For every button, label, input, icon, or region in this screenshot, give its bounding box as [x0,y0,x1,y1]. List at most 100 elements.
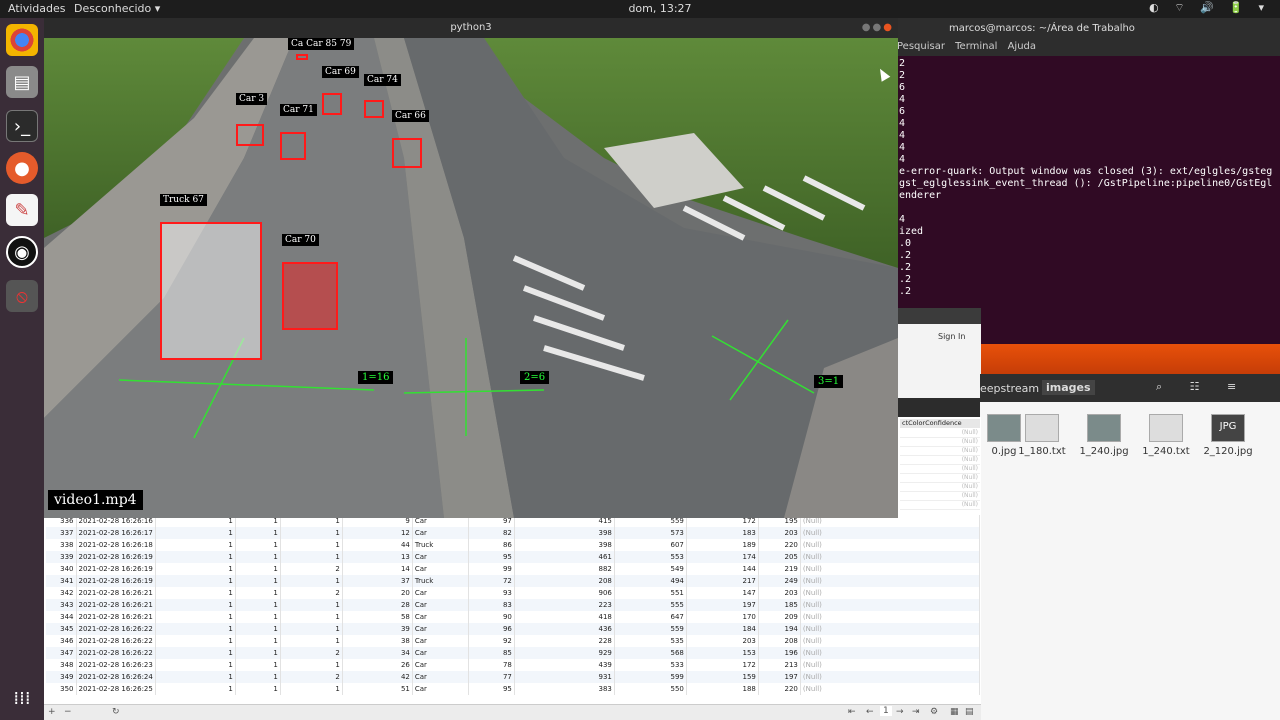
table-cell[interactable]: 607 [614,539,687,551]
table-cell[interactable]: 93 [468,587,515,599]
prev-page-button[interactable]: ← [866,707,874,717]
file-item[interactable]: 1_180.txt [1010,414,1074,457]
table-cell-null[interactable]: (Null) [800,647,981,659]
table-cell[interactable]: 1 [235,611,281,623]
table-cell[interactable]: 1 [235,683,281,695]
table-cell[interactable]: 208 [758,635,801,647]
table-cell[interactable]: 882 [514,563,615,575]
table-cell[interactable]: 1 [235,599,281,611]
table-cell[interactable]: 34 [342,647,413,659]
table-cell[interactable]: 931 [514,671,615,683]
table-cell[interactable]: 99 [468,563,515,575]
table-cell[interactable]: 1 [235,563,281,575]
table-cell[interactable]: Car [412,563,469,575]
table-cell[interactable]: 85 [468,647,515,659]
table-cell-null[interactable]: (Null) [800,671,981,683]
table-cell[interactable]: Car [412,587,469,599]
table-cell[interactable]: 1 [280,539,343,551]
file-manager-actions[interactable]: ⌕ ☷ ≡ [1156,380,1248,394]
table-cell[interactable]: 340 [46,563,77,575]
table-cell[interactable]: Truck [412,539,469,551]
table-row[interactable]: 350 2021-02-28 16:26:25 1 1 1 51 Car 95 383 550 18… [46,683,981,695]
table-cell[interactable]: 2021-02-28 16:26:19 [76,575,156,587]
table-cell[interactable]: 184 [686,623,759,635]
table-cell[interactable]: 82 [468,527,515,539]
table-cell[interactable]: Car [412,611,469,623]
table-cell[interactable]: 96 [468,623,515,635]
table-cell[interactable]: 2021-02-28 16:26:21 [76,587,156,599]
table-cell[interactable]: 185 [758,599,801,611]
table-cell[interactable]: 1 [280,623,343,635]
table-cell[interactable]: 346 [46,635,77,647]
table-cell[interactable]: 1 [280,635,343,647]
obs-icon[interactable]: ◉ [6,236,38,268]
table-row[interactable]: 349 2021-02-28 16:26:24 1 1 2 42 Car 77 931 599 15… [46,671,981,683]
table-cell[interactable]: 12 [342,527,413,539]
table-cell[interactable]: 1 [155,527,236,539]
table-cell[interactable]: Car [412,599,469,611]
table-cell[interactable]: 26 [342,659,413,671]
table-cell[interactable]: 217 [686,575,759,587]
table-cell[interactable]: 174 [686,551,759,563]
table-cell[interactable]: Car [412,527,469,539]
add-record-button[interactable]: + [48,707,56,717]
table-cell[interactable]: 349 [46,671,77,683]
table-cell[interactable]: 549 [614,563,687,575]
null-cell[interactable]: (Null) [900,483,980,492]
table-cell[interactable]: 2021-02-28 16:26:19 [76,563,156,575]
table-cell[interactable]: 188 [686,683,759,695]
table-cell[interactable]: 2 [280,671,343,683]
table-cell[interactable]: 533 [614,659,687,671]
table-cell[interactable]: 144 [686,563,759,575]
file-item[interactable]: 1_240.txt [1134,414,1198,457]
window-controls[interactable]: ●●● [862,22,894,33]
table-cell[interactable]: 1 [235,587,281,599]
files-icon[interactable]: ▤ [6,66,38,98]
table-cell[interactable]: 555 [614,599,687,611]
table-row[interactable]: 342 2021-02-28 16:26:21 1 1 2 20 Car 93 906 551 14… [46,587,981,599]
table-cell[interactable]: 573 [614,527,687,539]
table-cell[interactable]: 208 [514,575,615,587]
table-cell[interactable]: 1 [155,539,236,551]
text-editor-icon[interactable]: ✎ [6,194,38,226]
null-cell[interactable]: (Null) [900,447,980,456]
table-cell[interactable]: 1 [155,635,236,647]
first-page-button[interactable]: ⇤ [848,707,856,717]
next-page-button[interactable]: → [896,707,904,717]
table-cell[interactable]: 338 [46,539,77,551]
table-cell[interactable]: 1 [155,599,236,611]
null-cell[interactable]: (Null) [900,456,980,465]
table-cell[interactable]: 1 [280,611,343,623]
table-cell[interactable]: 220 [758,539,801,551]
null-cell[interactable]: (Null) [900,501,980,510]
table-cell[interactable]: 197 [758,671,801,683]
table-cell[interactable]: 2 [280,587,343,599]
table-cell[interactable]: 1 [235,671,281,683]
table-cell[interactable]: 398 [514,527,615,539]
table-cell[interactable]: 1 [280,683,343,695]
table-cell[interactable]: 197 [686,599,759,611]
table-cell[interactable]: 383 [514,683,615,695]
table-cell[interactable]: 1 [235,539,281,551]
data-table[interactable]: 336 2021-02-28 16:26:16 1 1 1 9 Car 97 415 559 172… [46,515,981,695]
table-cell[interactable]: Car [412,659,469,671]
table-cell[interactable]: 147 [686,587,759,599]
table-cell[interactable]: 1 [155,587,236,599]
clock[interactable]: dom, 13:27 [620,2,700,15]
settings-icon[interactable]: ⚙ [930,707,938,717]
null-cell[interactable]: (Null) [900,429,980,438]
table-cell-null[interactable]: (Null) [800,623,981,635]
table-cell[interactable]: 1 [280,659,343,671]
column-header[interactable]: ctColorConfidence [900,419,980,428]
table-cell[interactable]: 219 [758,563,801,575]
table-cell-null[interactable]: (Null) [800,575,981,587]
table-cell[interactable]: 2021-02-28 16:26:25 [76,683,156,695]
activities-button[interactable]: Atividades [8,2,65,15]
page-number[interactable]: 1 [880,706,892,716]
table-cell[interactable]: 906 [514,587,615,599]
null-cell[interactable]: (Null) [900,465,980,474]
table-cell[interactable]: 418 [514,611,615,623]
table-cell[interactable]: 2 [280,647,343,659]
table-cell[interactable]: 78 [468,659,515,671]
table-cell[interactable]: 929 [514,647,615,659]
